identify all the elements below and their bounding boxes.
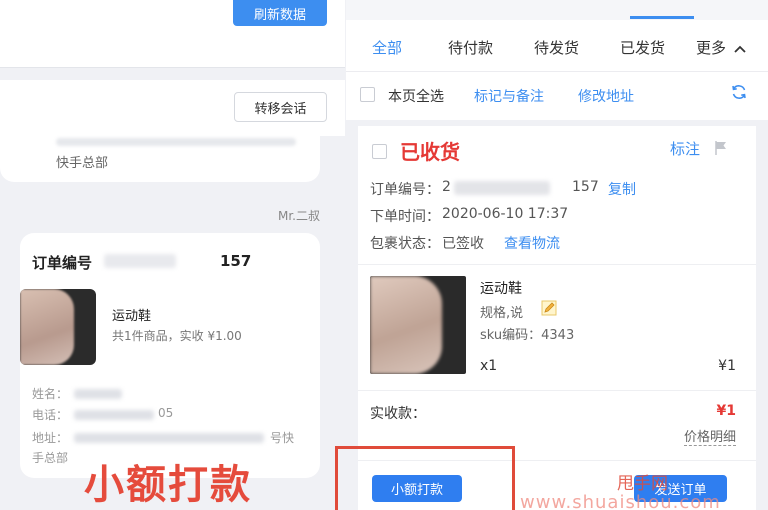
product-quantity: x1 xyxy=(480,358,498,374)
edit-address-link[interactable]: 修改地址 xyxy=(578,86,634,106)
order-status: 已收货 xyxy=(400,140,460,164)
order-tabs: 全部 待付款 待发货 已发货 更多 xyxy=(346,20,768,72)
name-label: 姓名： xyxy=(32,387,69,401)
address-suffix: 号快 xyxy=(270,431,295,445)
product-name: 运动鞋 xyxy=(480,281,522,297)
order-number-label: 订单编号 xyxy=(32,254,93,272)
order-number-suffix: 157 xyxy=(220,252,252,270)
order-time-value: 2020-06-10 17:37 xyxy=(442,206,569,222)
product-thumbnail xyxy=(370,276,466,374)
tab-shipped[interactable]: 已发货 xyxy=(620,37,665,58)
paid-amount-value: ¥1 xyxy=(716,403,736,419)
edit-pencil-icon[interactable] xyxy=(541,300,557,316)
message-tail-text: 快手总部 xyxy=(56,156,109,171)
masked-phone xyxy=(74,410,154,420)
order-number-prefix: 2 xyxy=(442,179,451,195)
product-price: ¥1 xyxy=(718,358,736,374)
active-indicator xyxy=(630,16,694,19)
chevron-up-icon xyxy=(734,45,746,53)
phone-suffix: 05 xyxy=(158,406,174,420)
product-summary: 共1件商品，实收 ¥1.00 xyxy=(112,329,242,343)
order-number-label: 订单编号： xyxy=(370,182,440,198)
copy-link[interactable]: 复制 xyxy=(608,179,636,199)
tab-more-label: 更多 xyxy=(696,39,727,57)
order-checkbox[interactable] xyxy=(372,144,387,159)
masked-name xyxy=(74,389,122,399)
flag-icon[interactable] xyxy=(714,140,728,156)
watermark-text: 甩手网 xyxy=(617,474,668,494)
annotation-highlight-box xyxy=(335,446,515,510)
product-name: 运动鞋 xyxy=(112,309,152,324)
order-time-label: 下单时间： xyxy=(370,209,440,225)
phone-label: 电话： xyxy=(32,408,69,422)
select-all-checkbox[interactable] xyxy=(360,87,375,102)
tab-pending-shipment[interactable]: 待发货 xyxy=(534,37,579,58)
transfer-bar: 转移会话 xyxy=(0,80,345,136)
refresh-icon[interactable] xyxy=(730,83,748,101)
product-spec: 规格,说 xyxy=(480,306,524,321)
refresh-bar: 刷新数据 xyxy=(0,0,345,68)
refresh-data-button[interactable]: 刷新数据 xyxy=(233,0,327,26)
select-all-label[interactable]: 本页全选 xyxy=(388,86,444,106)
masked-order-number xyxy=(104,254,176,268)
order-toolbar: 本页全选 标记与备注 修改地址 xyxy=(346,72,768,120)
chat-pane: 刷新数据 转移会话 快手总部 Mr.二叔 订单编号 157 运动鞋 共1件商品，… xyxy=(0,0,345,510)
blurred-text xyxy=(56,138,296,146)
tab-pending-payment[interactable]: 待付款 xyxy=(448,37,493,58)
transfer-session-button[interactable]: 转移会话 xyxy=(234,92,327,122)
address-tail: 手总部 xyxy=(32,451,69,465)
chat-message-previous: 快手总部 xyxy=(0,136,320,182)
top-strip xyxy=(346,0,768,20)
sender-name: Mr.二叔 xyxy=(277,209,320,223)
product-thumbnail xyxy=(20,289,96,365)
address-label: 地址： xyxy=(32,431,69,445)
watermark-url: www.shuaishou.com xyxy=(520,492,721,510)
price-detail-link[interactable]: 价格明细 xyxy=(683,426,736,446)
paid-amount-label: 实收款： xyxy=(370,406,426,422)
tab-more[interactable]: 更多 xyxy=(696,37,747,58)
package-status-label: 包裹状态： xyxy=(370,236,440,252)
mark-link[interactable]: 标注 xyxy=(670,138,700,159)
product-sku: sku编码：4343 xyxy=(480,328,575,343)
view-logistics-link[interactable]: 查看物流 xyxy=(504,233,560,253)
mark-note-link[interactable]: 标记与备注 xyxy=(474,86,544,106)
annotation-label: 小额打款 xyxy=(84,462,252,508)
package-status-value: 已签收 xyxy=(442,236,484,252)
order-number-suffix: 157 xyxy=(572,179,599,195)
chat-order-card[interactable]: 订单编号 157 运动鞋 共1件商品，实收 ¥1.00 姓名： 电话： 05 地… xyxy=(20,233,320,478)
masked-address xyxy=(74,433,264,443)
order-pane: 全部 待付款 待发货 已发货 更多 本页全选 标记与备注 修改地址 已收货 标注 xyxy=(346,0,768,510)
masked-order-number xyxy=(454,181,550,195)
divider xyxy=(358,264,756,265)
tab-all[interactable]: 全部 xyxy=(372,37,402,58)
divider xyxy=(358,390,756,391)
